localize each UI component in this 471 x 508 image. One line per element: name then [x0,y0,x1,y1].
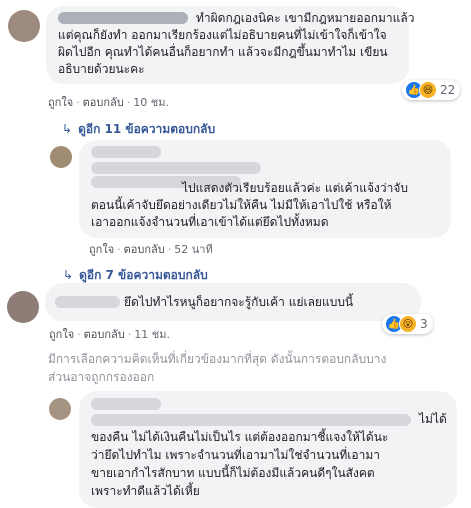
redacted-author-name[interactable] [91,398,161,410]
reply-link[interactable]: ตอบกลับ [124,243,165,256]
reply-link[interactable]: ตอบกลับ [83,96,124,109]
view-more-replies-label: ดูอีก 11 ข้อความตอบกลับ [78,122,216,136]
redacted-author-name[interactable] [58,12,188,24]
comment-actions: ถูกใจ · ตอบกลับ · 11 ชม. [49,328,170,341]
comment-text-line: ว่ายึดไปทำไม เพราะจำนวนที่เอามาไม่ใช่จำน… [91,448,380,462]
comment-bubble: ยึดไปทำไรหนูก็อยากจะรู้กับเค้า แย่เลยแบบ… [45,283,421,321]
reply-arrow-icon: ↳ [63,268,74,282]
timestamp[interactable]: 52 นาที [174,243,212,256]
timestamp[interactable]: 10 ชม. [133,96,169,109]
comment-actions: ถูกใจ · ตอบกลับ · 52 นาที [89,243,213,256]
reply-link[interactable]: ตอบกลับ [84,328,125,341]
redacted-text [91,414,411,426]
surprised-face-icon: 😮 [399,315,417,333]
comment-text-line: ไม่ได้ [419,412,447,426]
comment-text-line: ผิดไปอีก คุณทำได้คนอื่นก็อยากทำ แล้วจะมี… [58,45,388,59]
laughing-face-icon: 😆 [419,81,437,99]
like-link[interactable]: ถูกใจ [89,243,114,256]
comment-text-line: แต่คุณก็ยังทำ ออกมาเรียกร้องแต่ไม่อธิบาย… [58,28,387,42]
redacted-text [91,162,261,174]
comment-text-line: ของคืน ไม่ได้เงินคืนไม่เป็นไร แต่ต้องออก… [91,430,389,444]
redacted-author-name[interactable] [55,296,120,308]
comment-text-line: ทำผิดกฎเองนิคะ เขามีกฎหมายออกมาแล้ว [196,11,415,25]
reply-arrow-icon: ↳ [62,122,73,136]
like-link[interactable]: ถูกใจ [49,328,74,341]
timestamp[interactable]: 11 ชม. [134,328,170,341]
avatar[interactable] [49,398,71,420]
comment-bubble: ไม่ได้ ของคืน ไม่ได้เงินคืนไม่เป็นไร แต่… [79,391,457,508]
comment-actions: ถูกใจ · ตอบกลับ · 10 ชม. [48,96,169,109]
avatar[interactable] [50,146,72,168]
comment-text-line: อธิบายด้วยนะคะ [58,62,145,76]
avatar[interactable] [8,10,40,42]
view-more-replies[interactable]: ↳ ดูอีก 11 ข้อความตอบกลับ [62,120,215,139]
reaction-summary[interactable]: 👍 😮 3 [382,314,433,334]
like-link[interactable]: ถูกใจ [48,96,73,109]
comment-text-line: เพราะทำดีแล้วได้เหี้ย [91,484,200,498]
comment-text-line: ยึดไปทำไรหนูก็อยากจะรู้กับเค้า แย่เลยแบบ… [124,295,354,309]
reaction-summary[interactable]: 👍 😆 22 [402,80,461,100]
comment-text-line: ไปแสดงตัวเรียบร้อยแล้วค่ะ แต่เค้าแจ้งว่า… [182,181,409,195]
reaction-count: 3 [420,317,428,331]
comment-bubble: ไปแสดงตัวเรียบร้อยแล้วค่ะ แต่เค้าแจ้งว่า… [79,140,451,238]
filter-note-line: มีการเลือกความคิดเห็นที่เกี่ยวข้องมากที่… [48,352,387,366]
filter-note-line: ส่วนอาจถูกกรองออก [48,370,155,384]
avatar[interactable] [7,291,39,323]
comment-text-line: เอาออกแจ้งจำนวนที่เอาเข้าได้แต่ยึดไปทั้ง… [91,215,329,229]
comment-bubble: ทำผิดกฎเองนิคะ เขามีกฎหมายออกมาแล้ว แต่ค… [46,6,414,84]
view-more-replies-label: ดูอีก 7 ข้อความตอบกลับ [79,268,208,282]
reaction-count: 22 [440,83,456,97]
redacted-author-name[interactable] [91,146,161,158]
comment-text-line: ตอนนี้เค้าจับยึดอย่างเดียวไม่ให้คืน ไม่ม… [91,198,392,212]
comment-text-line: ขายเอากำไรสักบาท แบบนี้ก็ไม่ต้องมีแล้วคน… [91,466,375,480]
